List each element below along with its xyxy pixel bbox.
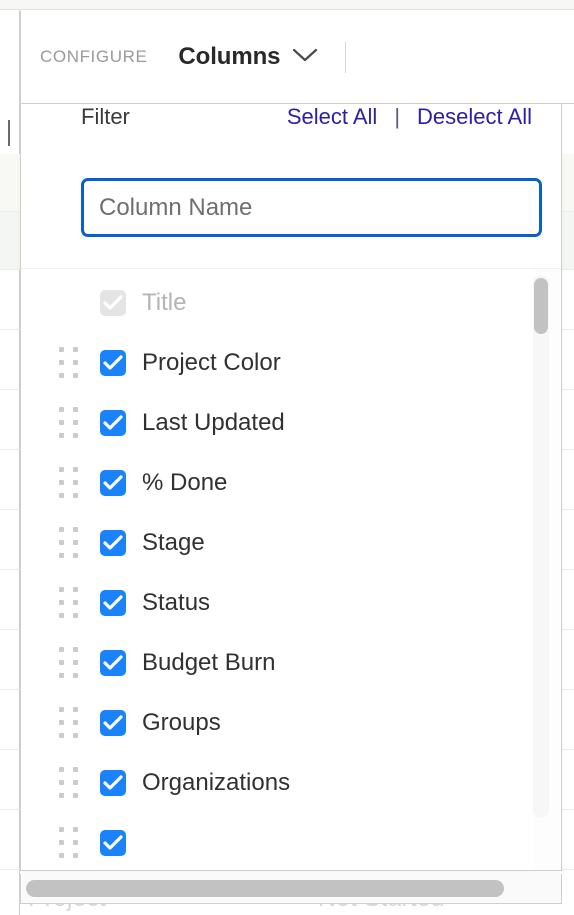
columns-dropdown-label: Columns	[178, 43, 281, 70]
checkbox-title	[100, 290, 126, 316]
deselect-all-link[interactable]: Deselect All	[417, 104, 532, 130]
popover-header: Filter Select All | Deselect All	[21, 104, 561, 268]
horizontal-scrollbar-thumb[interactable]	[26, 880, 504, 897]
horizontal-scrollbar[interactable]	[20, 874, 562, 904]
list-item-label: Status	[142, 589, 211, 616]
link-separator: |	[394, 104, 401, 129]
screen-root: Project Not Started CONFIGURE Columns Fi…	[0, 0, 574, 915]
drag-handle-icon[interactable]	[59, 707, 81, 738]
chevron-down-icon	[292, 47, 318, 68]
drag-handle-icon[interactable]	[59, 767, 81, 798]
list-item-label: Title	[142, 289, 187, 316]
checkbox-organizations[interactable]	[100, 770, 126, 796]
list-item[interactable]: Last Updated	[21, 393, 533, 453]
checkbox-item-9[interactable]	[100, 830, 126, 856]
header-spacer	[43, 237, 539, 268]
checkbox-status[interactable]	[100, 590, 126, 616]
list-item[interactable]: Stage	[21, 513, 533, 573]
checkbox-budget-burn[interactable]	[100, 650, 126, 676]
drag-handle-icon[interactable]	[59, 407, 81, 438]
drag-handle-icon[interactable]	[59, 647, 81, 678]
list-item-label: Budget Burn	[142, 649, 276, 676]
filter-input-wrap	[43, 178, 542, 237]
toolbar-divider	[345, 41, 347, 73]
checkbox-project-color[interactable]	[100, 350, 126, 376]
list-item-label: Last Updated	[142, 409, 285, 436]
filter-label: Filter	[81, 104, 130, 129]
background-top-strip	[0, 0, 574, 10]
list-vertical-scrollbar[interactable]	[533, 275, 549, 818]
checkbox-groups[interactable]	[100, 710, 126, 736]
list-item-label: Organizations	[142, 769, 291, 796]
select-all-link[interactable]: Select All	[287, 104, 378, 130]
list-item[interactable]	[21, 813, 533, 870]
column-name-search-input[interactable]	[81, 178, 542, 237]
list-item-label: Project Color	[142, 349, 281, 376]
drag-handle-icon[interactable]	[59, 467, 81, 498]
list-item[interactable]: Organizations	[21, 753, 533, 813]
filter-actions: Select All | Deselect All	[287, 104, 532, 130]
list-item[interactable]: Status	[21, 573, 533, 633]
list-item[interactable]: Groups	[21, 693, 533, 753]
drag-handle-icon[interactable]	[59, 827, 81, 858]
columns-dropdown-button[interactable]: Columns	[178, 43, 318, 71]
list-item-label: % Done	[142, 469, 228, 496]
checkbox-stage[interactable]	[100, 530, 126, 556]
columns-popover: Filter Select All | Deselect All Title Pr…	[20, 104, 562, 871]
background-text-caret	[8, 120, 10, 146]
filter-row: Filter Select All | Deselect All	[43, 104, 539, 178]
list-item[interactable]: Title	[21, 273, 533, 333]
configure-label: CONFIGURE	[40, 47, 148, 66]
list-vertical-scrollbar-thumb[interactable]	[534, 278, 548, 334]
checkbox-done[interactable]	[100, 470, 126, 496]
checkbox-last-updated[interactable]	[100, 410, 126, 436]
list-item-label: Stage	[142, 529, 205, 556]
list-item[interactable]: Project Color	[21, 333, 533, 393]
columns-list-area: Title Project Color Last Updated % Done Stag…	[21, 268, 561, 870]
columns-list: Title Project Color Last Updated % Done Stag…	[21, 269, 533, 870]
list-item[interactable]: % Done	[21, 453, 533, 513]
drag-handle-icon[interactable]	[59, 587, 81, 618]
drag-handle-icon[interactable]	[59, 527, 81, 558]
drag-handle-icon[interactable]	[59, 347, 81, 378]
configure-toolbar: CONFIGURE Columns	[20, 11, 574, 104]
list-item[interactable]: Budget Burn	[21, 633, 533, 693]
drag-handle-icon	[59, 288, 81, 318]
list-item-label: Groups	[142, 709, 221, 736]
